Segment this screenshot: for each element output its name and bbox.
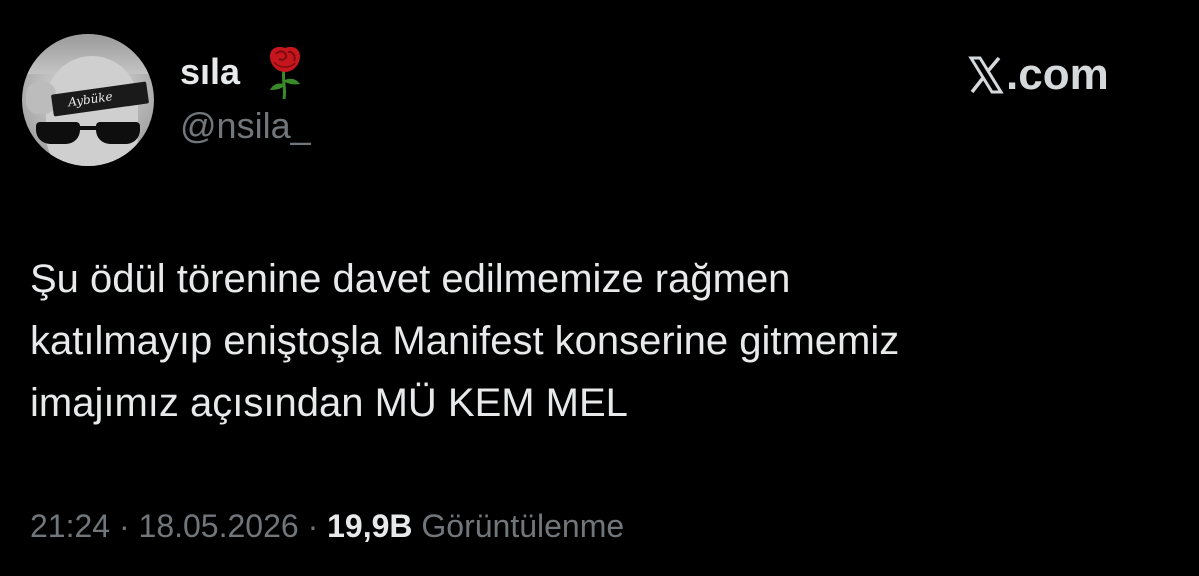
avatar-gum-label: Aybüke — [67, 89, 114, 110]
x-logo-icon — [968, 56, 1004, 94]
meta-separator: · — [298, 508, 328, 544]
tweet-time[interactable]: 21:24 — [30, 508, 110, 544]
views-count[interactable]: 19,9B — [327, 508, 412, 544]
tweet-meta: 21:24 · 18.05.2026 · 19,9B Görüntülenme — [30, 504, 624, 548]
tweet-date[interactable]: 18.05.2026 — [139, 508, 299, 544]
avatar[interactable]: Aybüke — [22, 34, 154, 166]
brand-text: .com — [1006, 50, 1109, 99]
tweet-card: Aybüke sıla @nsila_ .com Şu ödül törenin… — [0, 0, 1199, 576]
brand-watermark: .com — [968, 48, 1109, 102]
rose-icon — [270, 46, 300, 100]
tweet-line: Şu ödül törenine davet edilmemize rağmen — [30, 257, 791, 301]
tweet-text: Şu ödül törenine davet edilmemize rağmen… — [30, 248, 1170, 434]
tweet-line: imajımız açısından MÜ KEM MEL — [30, 381, 628, 425]
tweet-line: katılmayıp eniştoşla Manifest konserine … — [30, 319, 900, 363]
meta-separator: · — [110, 508, 139, 544]
display-name[interactable]: sıla — [180, 50, 240, 94]
user-handle[interactable]: @nsila_ — [180, 104, 311, 148]
views-label: Görüntülenme — [421, 508, 625, 544]
avatar-sunglasses — [36, 122, 140, 144]
